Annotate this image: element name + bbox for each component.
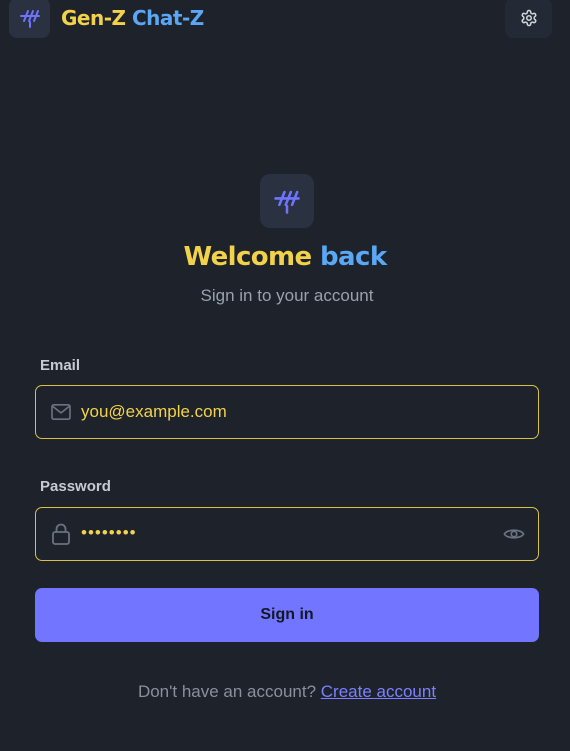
- top-bar: Gen-Z Chat-Z: [0, 0, 570, 40]
- email-value: you@example.com: [81, 402, 227, 421]
- toggle-password-visibility[interactable]: [502, 523, 526, 545]
- page-title-part2: back: [320, 242, 387, 272]
- page-subtitle: Sign in to your account: [200, 286, 374, 305]
- email-field[interactable]: you@example.com: [35, 385, 539, 439]
- password-label: Password: [40, 478, 111, 495]
- hero-logo: [260, 174, 314, 228]
- sign-in-button[interactable]: Sign in: [35, 588, 539, 642]
- email-label: Email: [40, 357, 81, 374]
- create-account-link[interactable]: Create account: [321, 682, 436, 701]
- app-title: Gen-Z Chat-Z: [61, 6, 204, 30]
- app-title-part1: Gen-Z: [61, 6, 126, 30]
- page-title: Welcome back: [0, 240, 570, 274]
- eye-icon: [503, 529, 525, 539]
- lock-icon: [50, 523, 72, 545]
- settings-button[interactable]: [505, 0, 552, 38]
- app-logo: [9, 0, 50, 38]
- signup-prompt-text: Don't have an account?: [137, 682, 317, 701]
- tally-marks-icon: [274, 190, 300, 214]
- tally-marks-icon: [19, 10, 40, 28]
- password-value: ••••••••: [81, 523, 137, 542]
- gear-icon: [521, 9, 536, 27]
- page-title-part1: Welcome: [183, 242, 312, 272]
- signup-prompt: Don't have an account? Create account: [0, 681, 570, 703]
- mail-icon: [50, 401, 72, 423]
- app-title-part2: Chat-Z: [132, 6, 204, 30]
- password-field[interactable]: ••••••••: [35, 507, 539, 561]
